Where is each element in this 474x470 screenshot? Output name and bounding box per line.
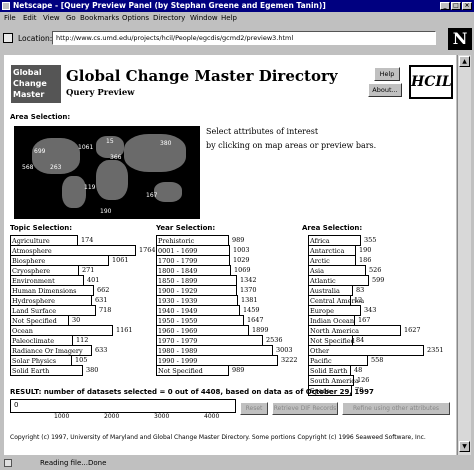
year-bar[interactable]: Not Specified	[156, 365, 229, 376]
result-progress-bar: 0	[10, 399, 236, 413]
map-count: 699	[34, 148, 46, 155]
area-count: 599	[372, 276, 385, 284]
title-bar: Netscape - [Query Preview Panel (by Step…	[0, 0, 474, 12]
scroll-up-icon[interactable]: ▲	[459, 56, 470, 67]
maximize-button[interactable]: □	[451, 2, 461, 10]
year-selection-label: Year Selection:	[156, 224, 216, 232]
close-button[interactable]: ×	[462, 2, 472, 10]
help-button[interactable]: Help	[374, 67, 400, 81]
security-key-icon	[4, 459, 12, 467]
about-button[interactable]: About...	[368, 83, 402, 97]
copyright-text: Copyright (c) 1997, University of Maryla…	[10, 434, 426, 441]
menu-options[interactable]: Options	[122, 12, 149, 25]
location-toolbar: Location: http://www.cs.umd.edu/projects…	[0, 28, 474, 50]
result-tick: 4000	[204, 413, 220, 420]
location-label: Location:	[18, 34, 53, 43]
bookmark-icon[interactable]	[3, 33, 13, 43]
topic-bar[interactable]: Solid Earth	[10, 365, 83, 376]
topic-count: 380	[86, 366, 99, 374]
area-list-label: Area Selection:	[302, 224, 363, 232]
map-count: 15	[106, 138, 114, 145]
map-count: 1061	[78, 144, 94, 151]
instruction-line-1: Select attributes of interest	[206, 127, 319, 136]
page-subtitle: Query Preview	[66, 88, 135, 98]
page-content: Global Change Master Global Change Maste…	[4, 55, 456, 455]
window-title: Netscape - [Query Preview Panel (by Step…	[13, 1, 326, 10]
menu-go[interactable]: Go	[66, 12, 76, 25]
south-america-region[interactable]	[62, 176, 86, 208]
map-count: 263	[50, 164, 62, 171]
result-summary: RESULT: number of datasets selected = 0 …	[10, 388, 374, 396]
status-text: Reading file...Done	[40, 459, 107, 467]
world-map[interactable]: 699 1061 568 263 15 366 119 167 190 380	[14, 126, 200, 219]
retrieve-dif-records-button[interactable]: Retrieve DIF Records	[272, 402, 338, 415]
vertical-scrollbar[interactable]: ▲ ▼	[457, 55, 471, 455]
menu-bar: File Edit View Go Bookmarks Options Dire…	[0, 12, 474, 25]
netscape-window-icon[interactable]	[2, 2, 10, 10]
netscape-logo-icon: N	[448, 28, 472, 50]
location-input[interactable]: http://www.cs.umd.edu/projects/hcil/Peop…	[52, 31, 436, 45]
year-count: 989	[232, 366, 245, 374]
map-count: 380	[160, 140, 172, 147]
result-tick: 1000	[54, 413, 70, 420]
menu-bookmarks[interactable]: Bookmarks	[80, 12, 119, 25]
topic-selection-label: Topic Selection:	[10, 224, 73, 232]
menu-directory[interactable]: Directory	[153, 12, 185, 25]
area-count: 2351	[427, 346, 444, 354]
scroll-down-icon[interactable]: ▼	[459, 441, 470, 452]
topic-count: 1061	[112, 256, 129, 264]
area-count: 1627	[404, 326, 421, 334]
menu-help[interactable]: Help	[221, 12, 237, 25]
hcil-logo: HCIL	[409, 65, 453, 99]
africa-region[interactable]	[96, 160, 128, 200]
result-tick: 2000	[104, 413, 120, 420]
year-count: 3222	[281, 356, 298, 364]
result-tick: 3000	[154, 413, 170, 420]
instruction-line-2: by clicking on map areas or preview bars…	[206, 141, 377, 150]
reset-button[interactable]: Reset	[240, 402, 268, 415]
topic-count: 718	[99, 306, 112, 314]
gcmd-logo: Global Change Master	[11, 65, 61, 103]
menu-file[interactable]: File	[4, 12, 16, 25]
menu-edit[interactable]: Edit	[23, 12, 37, 25]
area-selection-label: Area Selection:	[10, 113, 71, 121]
menu-window[interactable]: Window	[190, 12, 218, 25]
status-bar: Reading file...Done	[0, 457, 474, 470]
map-count: 568	[22, 164, 34, 171]
area-count: 558	[371, 356, 384, 364]
topic-count: 1161	[116, 326, 133, 334]
refine-attributes-button[interactable]: Refine using other attributes	[342, 402, 450, 415]
page-title: Global Change Master Directory	[66, 67, 338, 85]
australia-region[interactable]	[154, 182, 182, 202]
asia-region[interactable]	[124, 134, 186, 172]
map-count: 119	[84, 184, 96, 191]
topic-count: 633	[95, 346, 108, 354]
map-count: 190	[100, 208, 112, 215]
result-count: 0	[14, 401, 19, 409]
map-count: 366	[110, 154, 122, 161]
menu-view[interactable]: View	[43, 12, 60, 25]
map-count: 167	[146, 192, 158, 199]
minimize-button[interactable]: _	[440, 2, 450, 10]
topic-count: 1764	[139, 246, 156, 254]
